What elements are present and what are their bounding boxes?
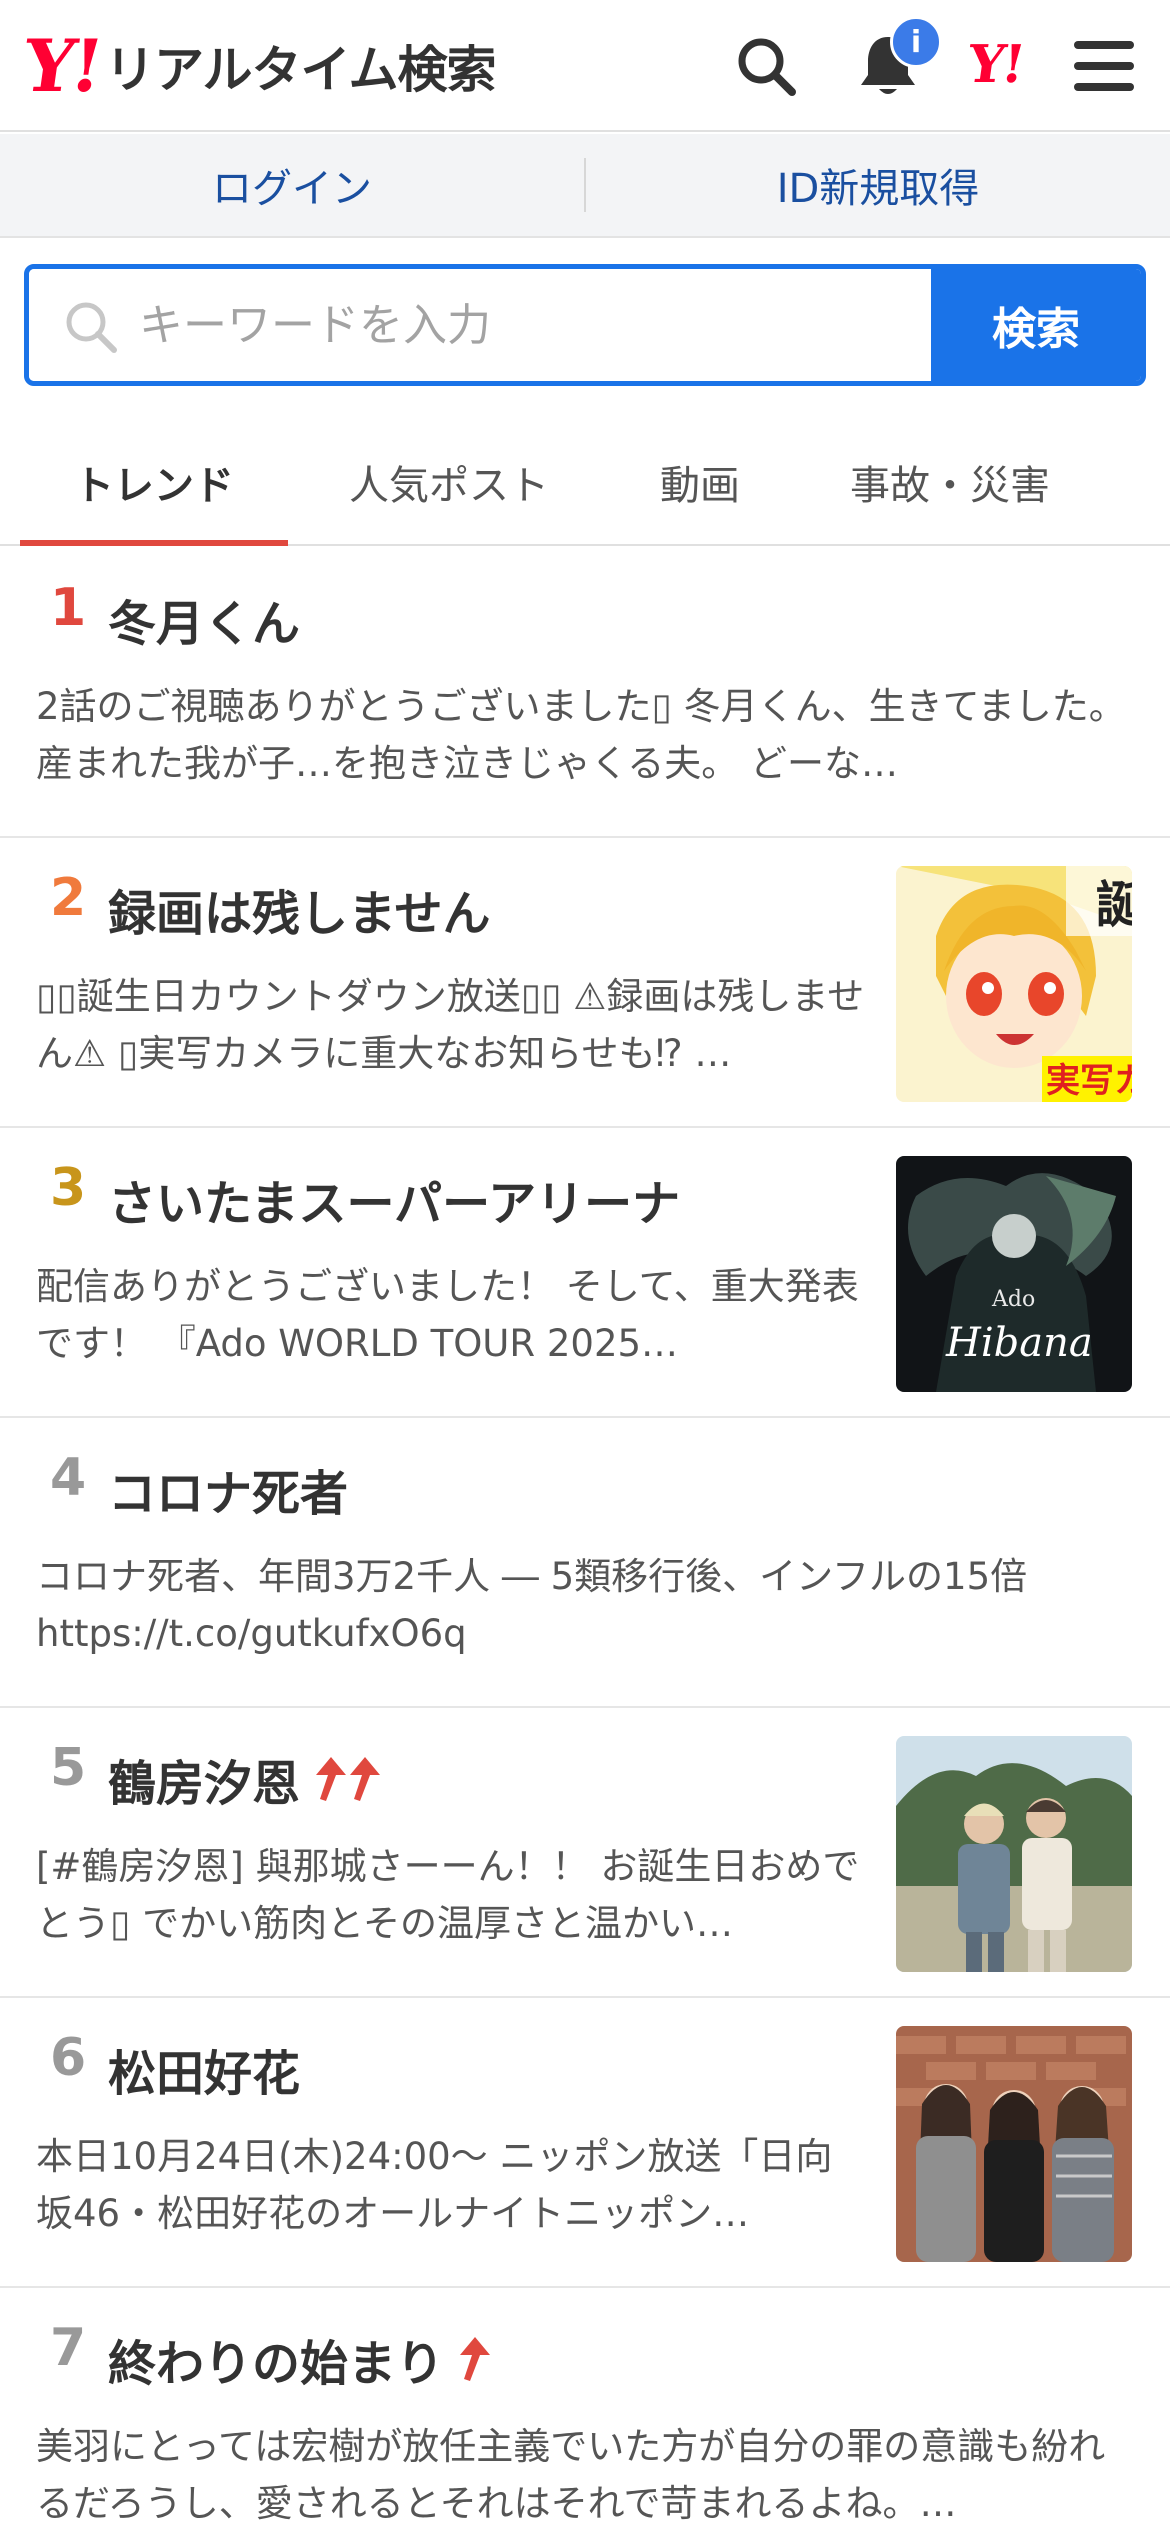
- trend-thumbnail[interactable]: [896, 1736, 1132, 1972]
- trend-rank: 4: [50, 1448, 87, 1508]
- trend-title-text: 鶴房汐恩: [108, 1756, 301, 1812]
- trend-description: ▯▯誕生日カウントダウン放送▯▯ ⚠録画は残しません⚠ ▯実写カメラに重大なお知…: [36, 975, 865, 1075]
- signup-link[interactable]: ID新規取得: [586, 134, 1170, 236]
- search-field: [29, 269, 939, 381]
- trend-description: 2話のご視聴ありがとうございました▯ 冬月くん、生きてました。 産まれた我が子……: [36, 685, 1126, 785]
- anime-avatar-image: 誕 実写カ: [896, 866, 1132, 1102]
- trend-thumbnail[interactable]: 誕 実写カ: [896, 866, 1132, 1102]
- trend-item[interactable]: 2 録画は残しません ▯▯誕生日カウントダウン放送▯▯ ⚠録画は残しません⚠ ▯…: [0, 838, 1170, 1128]
- app-logo[interactable]: Y! リアルタイム検索: [18, 23, 496, 108]
- login-bar: ログイン ID新規取得: [0, 134, 1170, 238]
- login-link[interactable]: ログイン: [0, 134, 584, 236]
- trend-description: 配信ありがとうございました！ そして、重大発表です！ 『Ado WORLD TO…: [36, 1265, 859, 1365]
- category-tabs: トレンド 人気ポスト 動画 事故・災害: [0, 420, 1170, 546]
- trend-item[interactable]: 7 終わりの始まり 美羽にとっては宏樹が放任主義でいた方が自分の罪の意識も紛れる…: [0, 2288, 1170, 2532]
- notification-badge: i: [890, 16, 942, 68]
- tab-popular-posts[interactable]: 人気ポスト: [288, 420, 610, 544]
- trend-rank: 7: [50, 2318, 87, 2378]
- trend-description: 美羽にとっては宏樹が放任主義でいた方が自分の罪の意識も紛れるだろうし、愛されると…: [36, 2425, 1106, 2525]
- trend-title-text: 終わりの始まり: [108, 2336, 445, 2392]
- trend-item[interactable]: 1 冬月くん 2話のご視聴ありがとうございました▯ 冬月くん、生きてました。 産…: [0, 548, 1170, 838]
- search-button[interactable]: 検索: [931, 269, 1141, 381]
- trend-thumbnail[interactable]: Ado Hibana: [896, 1156, 1132, 1392]
- trend-title: 松田好花: [108, 2034, 300, 2104]
- trend-item[interactable]: 5 鶴房汐恩 [#鶴房汐恩] 與那城さーーん！！ お誕生日おめでとう▯ でかい筋…: [0, 1708, 1170, 1998]
- trend-title-text: 録画は残しません: [108, 886, 491, 942]
- trend-up-icon: [458, 2335, 492, 2383]
- search-box: 検索: [24, 264, 1146, 386]
- trend-item[interactable]: 6 松田好花 本日10月24日(木)24:00〜 ニッポン放送「日向坂46・松田…: [0, 1998, 1170, 2288]
- trend-item[interactable]: 3 さいたまスーパーアリーナ 配信ありがとうございました！ そして、重大発表です…: [0, 1128, 1170, 1418]
- search-icon-button[interactable]: [730, 30, 802, 102]
- menu-button[interactable]: [1068, 30, 1140, 102]
- yahoo-japan-link[interactable]: Y!: [964, 34, 1027, 95]
- trend-title-text: コロナ死者: [108, 1466, 349, 1522]
- search-icon: [738, 38, 796, 96]
- trend-description: 本日10月24日(木)24:00〜 ニッポン放送「日向坂46・松田好花のオールナ…: [36, 2135, 833, 2235]
- tab-videos[interactable]: 動画: [610, 420, 790, 544]
- trend-item[interactable]: 4 コロナ死者 コロナ死者、年間3万2千人 ― 5類移行後、インフルの15倍 h…: [0, 1418, 1170, 1708]
- svg-text:Hibana: Hibana: [945, 1320, 1093, 1366]
- trend-title-text: さいたまスーパーアリーナ: [108, 1176, 681, 1232]
- trend-title: 録画は残しません: [108, 874, 491, 944]
- app-title: リアルタイム検索: [105, 41, 496, 99]
- trend-up-double-icon: [314, 1755, 382, 1803]
- hamburger-menu-icon: [1074, 41, 1134, 91]
- photo-two-people-image: [896, 1736, 1132, 1972]
- tab-accidents-disasters[interactable]: 事故・災害: [790, 420, 1110, 544]
- svg-text:Ado: Ado: [991, 1287, 1035, 1312]
- trend-title-text: 冬月くん: [108, 596, 301, 652]
- svg-text:実写カ: 実写カ: [1046, 1061, 1132, 1101]
- album-art-image: Ado Hibana: [896, 1156, 1132, 1392]
- trend-title: 冬月くん: [108, 584, 300, 654]
- trend-title: 終わりの始まり: [108, 2324, 492, 2394]
- trend-rank: 6: [50, 2028, 87, 2088]
- trend-title: 鶴房汐恩: [108, 1744, 382, 1814]
- trend-rank: 1: [50, 578, 87, 638]
- trend-rank: 2: [50, 868, 87, 928]
- app-header: Y! リアルタイム検索 i Y!: [0, 0, 1170, 132]
- trend-rank: 5: [50, 1738, 87, 1798]
- trend-rank: 3: [50, 1158, 87, 1218]
- trend-title-text: 松田好花: [108, 2046, 301, 2102]
- tab-trend[interactable]: トレンド: [20, 420, 288, 546]
- trend-title: コロナ死者: [108, 1454, 348, 1524]
- svg-text:誕: 誕: [1096, 876, 1132, 934]
- trend-description: コロナ死者、年間3万2千人 ― 5類移行後、インフルの15倍 https://t…: [36, 1555, 1028, 1655]
- search-input[interactable]: [139, 269, 939, 381]
- trend-list: 1 冬月くん 2話のご視聴ありがとうございました▯ 冬月くん、生きてました。 産…: [0, 548, 1170, 2532]
- trend-title: さいたまスーパーアリーナ: [108, 1164, 680, 1234]
- trend-thumbnail[interactable]: [896, 2026, 1132, 2262]
- yahoo-logo-mark: Y!: [18, 23, 106, 108]
- photo-three-people-image: [896, 2026, 1132, 2262]
- trend-description: [#鶴房汐恩] 與那城さーーん！！ お誕生日おめでとう▯ でかい筋肉とその温厚さ…: [36, 1845, 860, 1945]
- search-icon: [66, 302, 117, 353]
